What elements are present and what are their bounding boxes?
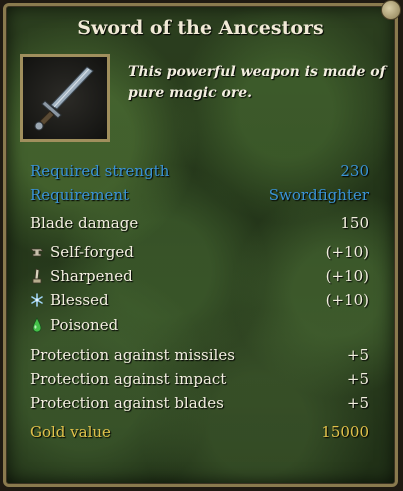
stat-label: Sharpened — [50, 267, 133, 285]
stat-row-protection-missiles: Protection against missiles +5 — [30, 344, 369, 366]
stat-value: (+10) — [325, 243, 369, 261]
stat-value: (+10) — [325, 267, 369, 285]
stat-row-protection-impact: Protection against impact +5 — [30, 368, 369, 390]
stat-label: Protection against blades — [30, 394, 224, 412]
item-title: Sword of the Ancestors — [77, 17, 324, 39]
stat-row-blade-damage: Blade damage 150 — [30, 212, 369, 234]
stat-label: Protection against impact — [30, 370, 227, 388]
stat-value: +5 — [346, 370, 369, 388]
item-description: This powerful weapon is made of pure mag… — [128, 64, 386, 101]
stat-label: Poisoned — [50, 316, 119, 334]
stat-row-required-strength: Required strength 230 — [30, 160, 369, 182]
stat-value: Swordfighter — [268, 186, 369, 204]
stat-value: +5 — [346, 346, 369, 364]
stat-value: (+10) — [325, 291, 369, 309]
item-icon-frame — [20, 54, 110, 142]
stat-label: Blade damage — [30, 214, 139, 232]
item-tooltip: Sword of the Ancestors This powerful wea… — [3, 0, 401, 487]
stat-label: Requirement — [30, 186, 130, 204]
stat-row-blessed: Blessed (+10) — [30, 289, 369, 311]
gold-value: 15000 — [321, 423, 369, 441]
stat-label: Protection against missiles — [30, 346, 235, 364]
anvil-icon — [30, 248, 44, 257]
whetstone-icon — [32, 268, 42, 284]
stat-row-sharpened: Sharpened (+10) — [30, 265, 369, 287]
stat-label: Self-forged — [50, 243, 134, 261]
poison-drop-icon — [32, 317, 42, 333]
stat-value: 150 — [340, 214, 369, 232]
snowflake-icon — [31, 293, 43, 307]
stat-label: Required strength — [30, 162, 170, 180]
stat-label: Blessed — [50, 291, 109, 309]
stat-row-gold-value: Gold value 15000 — [30, 421, 369, 443]
sword-icon — [23, 57, 107, 139]
stat-row-protection-blades: Protection against blades +5 — [30, 392, 369, 414]
gold-label: Gold value — [30, 423, 111, 441]
stat-value: 230 — [340, 162, 369, 180]
stat-row-poisoned: Poisoned — [30, 314, 369, 336]
stat-value: +5 — [346, 394, 369, 412]
stat-row-requirement: Requirement Swordfighter — [30, 184, 369, 206]
stat-row-self-forged: Self-forged (+10) — [30, 241, 369, 263]
